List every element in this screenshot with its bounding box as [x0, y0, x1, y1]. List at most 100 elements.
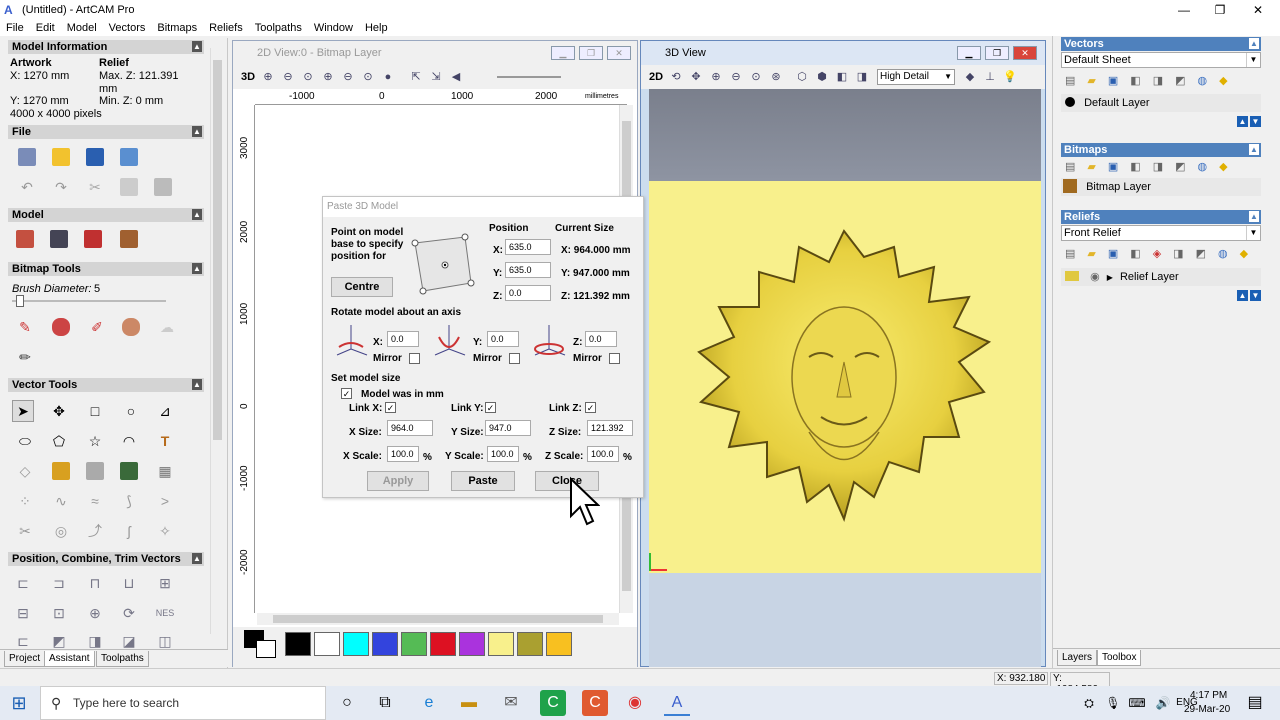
axis-icon[interactable]: ⊥: [981, 68, 999, 86]
node-edit-icon[interactable]: ✥: [48, 400, 70, 422]
rotate-view-icon[interactable]: ⟲: [667, 68, 685, 86]
2d-horizontal-scrollbar[interactable]: [257, 613, 619, 625]
file-header[interactable]: File ▲: [8, 125, 204, 139]
vector-icon-h[interactable]: ≈: [84, 490, 106, 512]
position-x-input[interactable]: 635.0: [505, 239, 551, 255]
align-left-icon[interactable]: ⊏: [12, 572, 34, 594]
vector-icon-o[interactable]: ✧: [154, 520, 176, 542]
brush-slider-track[interactable]: [12, 300, 166, 302]
palette-light-yellow[interactable]: [488, 632, 514, 656]
3d-zoom-in-icon[interactable]: ⊕: [707, 68, 725, 86]
link-y-checkbox[interactable]: ✓: [485, 402, 496, 413]
zoom-out-icon[interactable]: ⊖: [279, 68, 297, 86]
vector-icon-c[interactable]: [84, 460, 106, 482]
tab-toolbox[interactable]: Toolbox: [1097, 650, 1142, 666]
relief-layer-row[interactable]: ◉ ▶ Relief Layer: [1061, 268, 1261, 286]
circle-icon[interactable]: ○: [120, 400, 142, 422]
y-size-input[interactable]: 947.0: [485, 420, 531, 436]
vector-icon-k[interactable]: ✂: [14, 520, 36, 542]
3d-minimize-button[interactable]: ▁: [957, 46, 981, 60]
detail-level-select[interactable]: High Detail ▼: [877, 69, 955, 85]
delete-vector-layer-icon[interactable]: ◍: [1198, 74, 1208, 90]
menu-reliefs[interactable]: Reliefs: [209, 22, 243, 34]
relief-icon-d[interactable]: ◩: [1196, 247, 1206, 263]
save-icon[interactable]: [84, 146, 106, 168]
polygon-icon[interactable]: ⬠: [48, 430, 70, 452]
front-view-icon[interactable]: ⬢: [813, 68, 831, 86]
chrome-icon[interactable]: ◉: [622, 690, 648, 716]
model-information-header[interactable]: Model Information ▲: [8, 40, 204, 54]
vector-icon-b[interactable]: [50, 460, 72, 482]
mirror-z-checkbox[interactable]: [609, 353, 620, 364]
open-relief-icon[interactable]: ▰: [1087, 247, 1095, 263]
palette-blue[interactable]: [372, 632, 398, 656]
palette-icon[interactable]: [120, 316, 142, 338]
menu-window[interactable]: Window: [314, 22, 353, 34]
menu-bitmaps[interactable]: Bitmaps: [157, 22, 197, 34]
file-explorer-icon[interactable]: ▬: [456, 690, 482, 716]
vector-move-up-icon[interactable]: ▲: [1237, 116, 1248, 127]
menu-edit[interactable]: Edit: [36, 22, 55, 34]
notifications-icon[interactable]: ▤: [1242, 690, 1268, 716]
model-size-icon[interactable]: [14, 228, 36, 250]
2d-restore-button[interactable]: ❐: [579, 46, 603, 60]
volume-icon[interactable]: 🔊: [1150, 690, 1176, 716]
undo-icon[interactable]: ↶: [16, 176, 38, 198]
delete-relief-icon[interactable]: ◍: [1218, 247, 1228, 263]
vector-icon-l[interactable]: ◎: [50, 520, 72, 542]
move-tool-icon[interactable]: ⇲: [427, 68, 445, 86]
edge-browser-icon[interactable]: e: [416, 690, 442, 716]
menu-toolpaths[interactable]: Toolpaths: [255, 22, 302, 34]
align-bottom-icon[interactable]: ⊔: [118, 572, 140, 594]
open-bitmap-icon[interactable]: ▰: [1087, 160, 1095, 176]
2d-close-button[interactable]: ✕: [607, 46, 631, 60]
cut-icon[interactable]: ✂: [84, 176, 106, 198]
vector-move-down-icon[interactable]: ▼: [1250, 116, 1261, 127]
palette-orange[interactable]: [546, 632, 572, 656]
3d-close-button[interactable]: ✕: [1013, 46, 1037, 60]
left-scrollbar-thumb[interactable]: [213, 60, 222, 440]
palette-purple[interactable]: [459, 632, 485, 656]
y-scale-input[interactable]: 100.0: [487, 446, 519, 462]
text-tool-icon[interactable]: T: [154, 430, 176, 452]
rotate-z-input[interactable]: 0.0: [585, 331, 617, 347]
zoom-page-icon[interactable]: ⊙: [359, 68, 377, 86]
2d-view-slider[interactable]: [497, 76, 561, 78]
palette-black[interactable]: [285, 632, 311, 656]
task-view-icon[interactable]: ⧉: [372, 690, 398, 716]
top-view-icon[interactable]: ◨: [853, 68, 871, 86]
input-method-icon[interactable]: ⌨: [1124, 690, 1150, 716]
vector-light-icon[interactable]: ◆: [1219, 74, 1227, 90]
vector-icon-d[interactable]: [118, 460, 140, 482]
zoom-prev-icon[interactable]: ⊖: [339, 68, 357, 86]
relief-icon-c[interactable]: ◨: [1173, 247, 1183, 263]
export-icon[interactable]: [118, 146, 140, 168]
relief-visibility-icon[interactable]: ◉: [1090, 271, 1100, 283]
cloud-icon[interactable]: ☁: [156, 316, 178, 338]
lighting-icon[interactable]: ◆: [961, 68, 979, 86]
reliefs-header[interactable]: Reliefs ▲: [1061, 210, 1261, 224]
rectangle-icon[interactable]: □: [84, 400, 106, 422]
menu-file[interactable]: File: [6, 22, 24, 34]
paste-button[interactable]: Paste: [451, 471, 515, 491]
z-size-input[interactable]: 121.392: [587, 420, 633, 436]
view-left-icon[interactable]: ◀: [447, 68, 465, 86]
zoom-in-icon[interactable]: ⊕: [259, 68, 277, 86]
toggle-2d-icon[interactable]: 2D: [647, 68, 665, 86]
x-size-input[interactable]: 964.0: [387, 420, 433, 436]
rotate-vector-icon[interactable]: ⟳: [118, 602, 140, 624]
relief-move-up-icon[interactable]: ▲: [1237, 290, 1248, 301]
star-icon[interactable]: ☆: [84, 430, 106, 452]
save-relief-icon[interactable]: ▣: [1108, 247, 1118, 263]
2d-minimize-button[interactable]: ▁: [551, 46, 575, 60]
model-was-in-mm-checkbox[interactable]: ✓: [341, 388, 352, 399]
model-origin-icon[interactable]: [82, 228, 104, 250]
bitmap-icon-a[interactable]: ◧: [1130, 160, 1140, 176]
centre-button[interactable]: Centre: [331, 277, 393, 297]
minimize-button[interactable]: —: [1166, 0, 1202, 20]
open-folder-icon[interactable]: [50, 146, 72, 168]
2d-hscroll-thumb[interactable]: [273, 615, 603, 623]
link-z-checkbox[interactable]: ✓: [585, 402, 596, 413]
nest-icon[interactable]: NES: [154, 602, 176, 624]
model-image-icon[interactable]: [118, 228, 140, 250]
